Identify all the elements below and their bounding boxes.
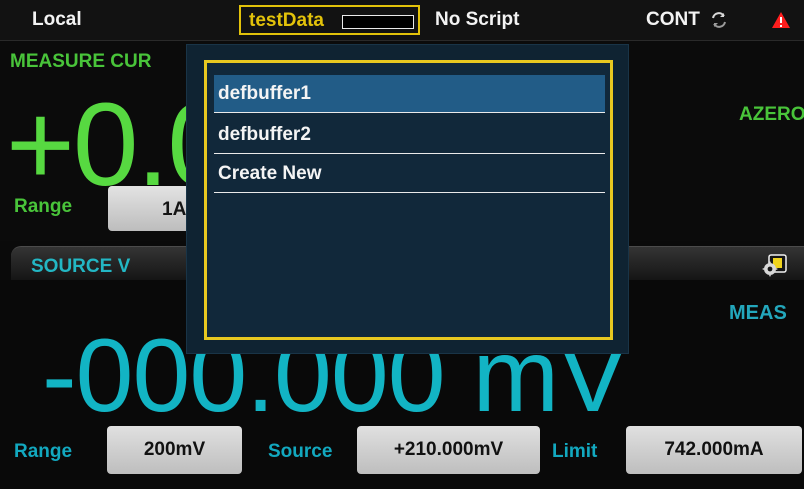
buffer-option[interactable]: defbuffer2 xyxy=(214,116,605,154)
script-status[interactable]: No Script xyxy=(435,9,519,31)
source-range-label: Range xyxy=(14,441,73,462)
source-function-label[interactable]: SOURCE V xyxy=(31,256,130,278)
limit-button[interactable]: 742.000mA xyxy=(626,426,802,474)
warning-icon[interactable] xyxy=(771,11,791,29)
source-settings-row: Range 200mV Source +210.000mV Limit 742.… xyxy=(0,426,804,476)
measure-range-label: Range xyxy=(14,196,73,217)
measure-settings-label[interactable]: MEAS xyxy=(729,302,787,325)
autozero-indicator[interactable]: AZERO xyxy=(739,104,804,126)
buffer-selection-dialog: defbuffer1 defbuffer2 Create New xyxy=(186,44,629,354)
instrument-screen: Local testData No Script CONT MEASURE CU… xyxy=(0,0,804,489)
buffer-name: testData xyxy=(249,10,324,31)
source-value-label: Source xyxy=(268,441,333,462)
buffer-fill-indicator xyxy=(342,15,414,29)
source-range-button[interactable]: 200mV xyxy=(107,426,242,474)
trigger-mode[interactable]: CONT xyxy=(646,9,700,31)
source-value-button[interactable]: +210.000mV xyxy=(357,426,540,474)
limit-label: Limit xyxy=(552,441,598,462)
measure-function-label[interactable]: MEASURE CUR xyxy=(10,51,151,73)
buffer-option[interactable]: defbuffer1 xyxy=(214,75,605,113)
buffer-list: defbuffer1 defbuffer2 Create New xyxy=(204,60,613,340)
local-status[interactable]: Local xyxy=(32,9,82,31)
create-new-buffer-option[interactable]: Create New xyxy=(214,155,605,193)
settings-icon[interactable] xyxy=(762,252,788,277)
refresh-icon[interactable] xyxy=(710,11,728,29)
status-bar: Local testData No Script CONT xyxy=(0,0,804,41)
measure-range-value: 1A xyxy=(162,199,187,220)
buffer-indicator[interactable]: testData xyxy=(239,5,420,35)
